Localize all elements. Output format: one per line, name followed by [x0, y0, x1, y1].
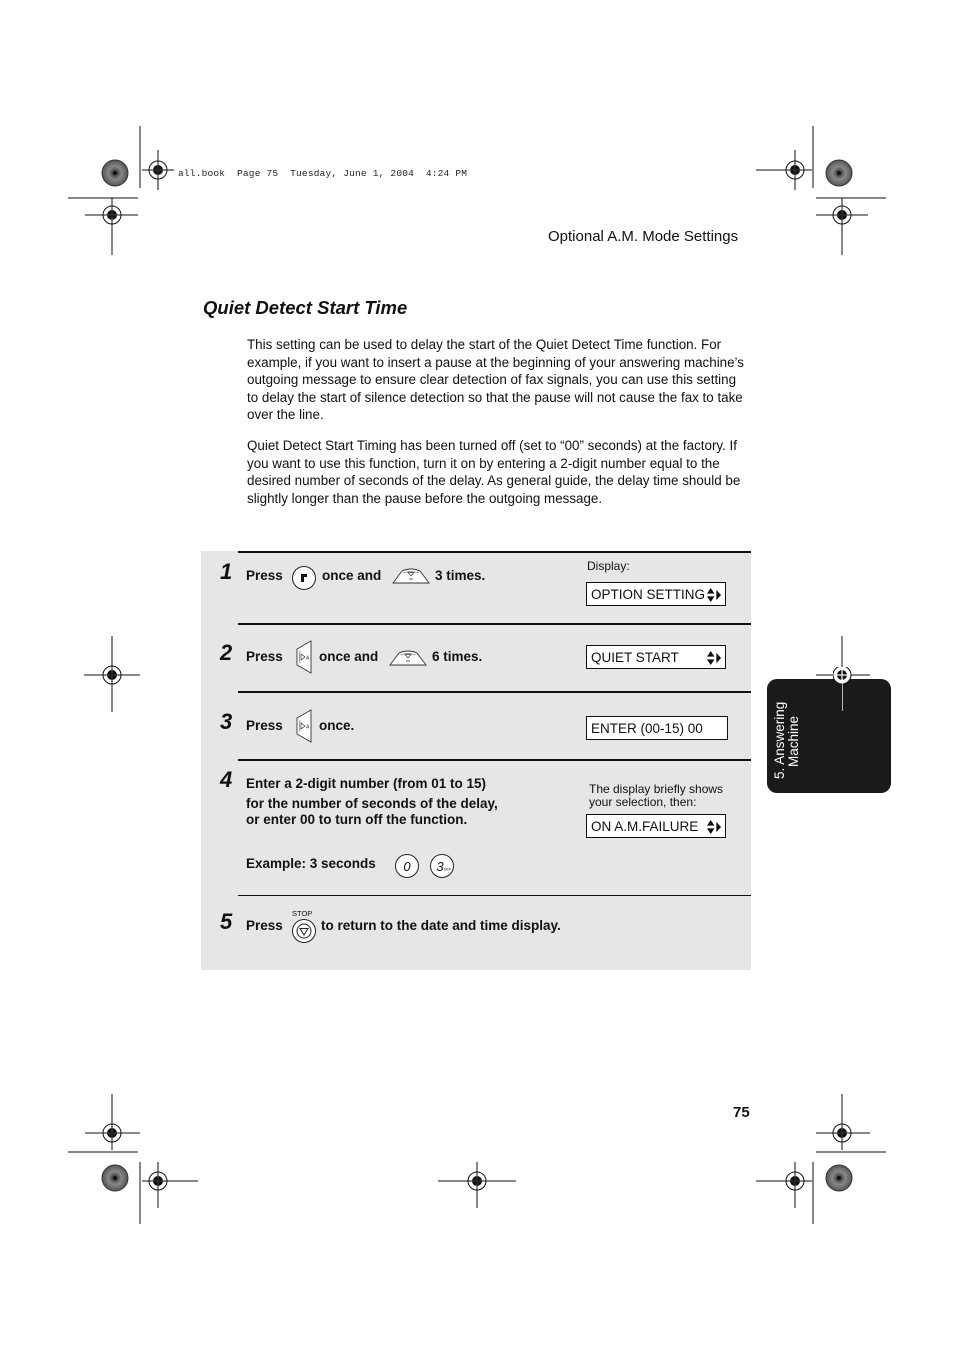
display-label: Display: — [587, 559, 630, 573]
step-divider — [238, 691, 751, 693]
step-4-number: 4 — [220, 767, 233, 792]
lcd-text: QUIET START — [591, 650, 679, 665]
step-3-press-label: Press — [246, 718, 283, 733]
chapter-tab-line-1: 5. Answering — [772, 701, 787, 779]
lcd-text: ON A.M.FAILURE — [591, 819, 699, 834]
color-bar-icon — [101, 1164, 129, 1192]
step-3-number: 3 — [220, 709, 233, 734]
step-4-line-1: Enter a 2-digit number (from 01 to 15) — [246, 776, 487, 791]
color-bar-icon — [825, 1164, 853, 1192]
step-1-end-label: 3 times. — [435, 568, 486, 583]
lcd-display-quiet-start: QUIET START — [586, 645, 726, 669]
step-divider — [238, 759, 751, 761]
step-2-mid-label: once and — [319, 649, 379, 664]
down-arrow-key-icon — [392, 568, 430, 584]
lcd-scroll-arrows-icon — [706, 819, 722, 835]
lcd-display-on-am-failure: ON A.M.FAILURE — [586, 814, 726, 838]
step-4-line-3: or enter 00 to turn off the function. — [246, 812, 468, 827]
svg-text:0: 0 — [403, 859, 411, 874]
lcd-scroll-arrows-icon — [706, 587, 722, 603]
step-divider — [238, 551, 751, 553]
svg-text:DEF: DEF — [444, 867, 453, 872]
lcd-scroll-arrows-icon — [706, 650, 722, 666]
display-note: The display briefly shows your selection… — [589, 782, 724, 809]
number-key-3-icon: 3 DEF — [430, 854, 454, 878]
down-arrow-key-icon — [389, 650, 427, 666]
step-divider — [238, 623, 751, 625]
step-5-press-label: Press — [246, 918, 283, 933]
section-title: Quiet Detect Start Time — [203, 297, 408, 318]
printer-slug-line: all.book Page 75 Tuesday, June 1, 2004 4… — [178, 168, 468, 179]
function-key-icon — [292, 566, 316, 590]
step-1-mid-label: once and — [322, 568, 382, 583]
chapter-tab-label: 5. Answering Machine — [772, 679, 801, 779]
step-5-end-label: to return to the date and time display. — [321, 918, 561, 933]
step-5-number: 5 — [220, 909, 233, 934]
stop-key-icon — [292, 919, 316, 943]
lcd-text: ENTER (00-15) 00 — [591, 721, 703, 736]
registration-mark-icon — [833, 667, 852, 685]
color-bar-icon — [101, 159, 129, 187]
lcd-text: OPTION SETTING — [591, 587, 706, 602]
lcd-display-option-setting: OPTION SETTING — [586, 582, 726, 606]
chapter-tab: 5. Answering Machine — [767, 667, 891, 793]
chapter-tab-line-2: Machine — [786, 715, 801, 767]
page-number: 75 — [733, 1104, 750, 1121]
running-header: Optional A.M. Mode Settings — [548, 228, 739, 245]
step-4-example: Example: 3 seconds — [246, 856, 376, 871]
step-1-press-label: Press — [246, 568, 283, 583]
step-2-number: 2 — [220, 640, 233, 665]
crop-line — [842, 679, 843, 711]
factory-setting-paragraph: Quiet Detect Start Timing has been turne… — [247, 438, 741, 506]
stop-key-label: STOP — [292, 909, 313, 918]
step-1-number: 1 — [220, 559, 233, 584]
right-arrow-key-icon — [296, 709, 312, 743]
step-3-end-label: once. — [319, 718, 355, 733]
color-bar-icon — [825, 159, 853, 187]
right-arrow-key-icon — [296, 640, 312, 674]
step-4-line-2: for the number of seconds of the delay, — [246, 796, 498, 811]
intro-paragraph: This setting can be used to delay the st… — [247, 337, 744, 423]
step-divider — [238, 895, 751, 896]
step-2-end-label: 6 times. — [432, 649, 483, 664]
step-2-press-label: Press — [246, 649, 283, 664]
lcd-display-enter: ENTER (00-15) 00 — [586, 716, 728, 740]
number-key-0-icon: 0 — [395, 854, 419, 878]
